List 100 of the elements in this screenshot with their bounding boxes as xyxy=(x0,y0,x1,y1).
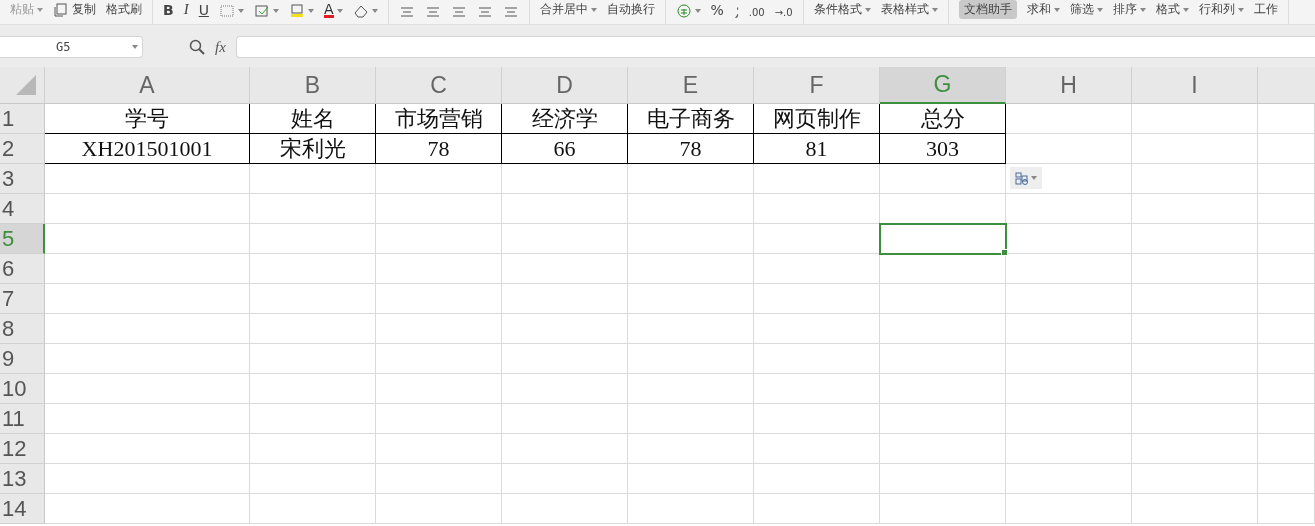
eraser-icon xyxy=(352,4,369,18)
paste-options-icon xyxy=(1015,171,1029,185)
toolbar-button[interactable]: 复制 xyxy=(53,0,96,19)
fx-label[interactable]: fx xyxy=(215,38,226,56)
toolbar-button[interactable]: 条件格式 xyxy=(813,0,871,19)
column-header[interactable]: C xyxy=(376,67,502,104)
table-cell xyxy=(1258,284,1315,314)
row-header[interactable]: 8 xyxy=(0,314,45,344)
comma-icon xyxy=(733,7,739,18)
row-header[interactable]: 10 xyxy=(0,374,45,404)
fill-handle[interactable] xyxy=(1001,249,1008,256)
table-cell: 303 xyxy=(880,134,1006,164)
toolbar-button[interactable]: 格式 xyxy=(1155,0,1189,19)
toolbar-button[interactable]: B xyxy=(163,1,174,19)
table-cell xyxy=(1258,134,1315,164)
toolbar-button[interactable] xyxy=(253,3,279,19)
column-header[interactable]: D xyxy=(502,67,628,104)
border-icon xyxy=(218,4,235,18)
toolbar-button[interactable]: A xyxy=(323,2,343,19)
caret-icon xyxy=(272,9,279,13)
align-icon xyxy=(476,4,493,18)
table-cell xyxy=(1258,464,1315,494)
row-header[interactable]: 9 xyxy=(0,344,45,374)
column-header[interactable] xyxy=(1258,67,1315,104)
copy-icon xyxy=(53,2,69,17)
column-header[interactable]: B xyxy=(250,67,376,104)
toolbar-button[interactable] xyxy=(288,3,314,19)
column-header[interactable]: H xyxy=(1006,67,1132,104)
toolbar-button[interactable]: .00 xyxy=(748,6,765,19)
fill-icon xyxy=(253,4,270,18)
column-header[interactable]: E xyxy=(628,67,754,104)
caret-icon xyxy=(931,7,938,12)
toolbar-button[interactable]: 筛选 xyxy=(1069,0,1103,19)
toolbar-button[interactable]: 行和列 xyxy=(1198,0,1244,19)
row-header[interactable]: 3 xyxy=(0,164,45,194)
toolbar-button[interactable]: 表格样式 xyxy=(880,0,938,19)
row-header[interactable]: 2 xyxy=(0,134,45,164)
table-cell: 经济学 xyxy=(502,104,628,134)
table-cell: 网页制作 xyxy=(754,104,880,134)
toolbar-button[interactable]: U xyxy=(198,1,209,19)
toolbar-button[interactable]: 工作 xyxy=(1253,0,1278,19)
row-header[interactable]: 1 xyxy=(0,104,45,134)
toolbar-button[interactable]: 格式刷 xyxy=(106,0,142,19)
align-icon xyxy=(398,4,415,18)
table-cell: 78 xyxy=(628,134,754,164)
caret-icon xyxy=(371,9,378,13)
row-header[interactable]: 12 xyxy=(0,434,45,464)
table-cell: XH201501001 xyxy=(45,134,250,164)
table-cell xyxy=(1258,104,1315,134)
table-cell xyxy=(1258,254,1315,284)
row-header[interactable]: 13 xyxy=(0,464,45,494)
toolbar-button[interactable] xyxy=(352,3,378,19)
align-icon xyxy=(424,4,441,18)
toolbar-button[interactable]: 排序 xyxy=(1112,0,1146,19)
table-cell xyxy=(1258,194,1315,224)
column-header[interactable]: F xyxy=(754,67,880,104)
caret-icon xyxy=(37,7,43,12)
table-cell xyxy=(1258,224,1315,254)
toolbar-button[interactable]: 合并居中 xyxy=(539,0,597,19)
currency-icon xyxy=(675,4,692,18)
select-all-icon[interactable] xyxy=(16,75,36,95)
toolbar-button[interactable]: I xyxy=(183,0,189,19)
toolbar-button[interactable]: 自动换行 xyxy=(606,0,655,19)
row-header[interactable]: 6 xyxy=(0,254,45,284)
toolbar-button[interactable]: % xyxy=(710,1,724,19)
table-cell xyxy=(1258,494,1315,524)
formula-input[interactable] xyxy=(235,36,1315,58)
caret-icon xyxy=(237,9,244,13)
table-cell xyxy=(1258,164,1315,194)
caret-icon xyxy=(1053,7,1060,12)
table-cell: 81 xyxy=(754,134,880,164)
column-header[interactable]: A xyxy=(45,67,250,104)
toolbar-button[interactable] xyxy=(218,3,244,19)
selected-cell[interactable] xyxy=(880,224,1006,254)
table-cell xyxy=(1258,314,1315,344)
caret-icon xyxy=(590,7,597,12)
caret-icon xyxy=(1139,7,1146,12)
caret-icon xyxy=(1096,7,1103,12)
row-header[interactable]: 4 xyxy=(0,194,45,224)
paste-options-button[interactable] xyxy=(1010,167,1042,189)
toolbar-button[interactable] xyxy=(675,3,701,19)
toolbar-button[interactable]: 文档助手 xyxy=(958,0,1017,19)
row-header[interactable]: 14 xyxy=(0,494,45,524)
zoom-icon[interactable] xyxy=(189,39,205,55)
table-cell xyxy=(1258,434,1315,464)
table-cell xyxy=(1258,404,1315,434)
name-box[interactable]: G5 xyxy=(0,36,143,58)
align-icon xyxy=(450,4,467,18)
caret-icon xyxy=(694,9,701,13)
corner-header[interactable] xyxy=(0,67,45,104)
toolbar-button[interactable] xyxy=(733,6,739,19)
toolbar-button[interactable]: 求和 xyxy=(1026,0,1060,19)
align-icon xyxy=(502,4,519,18)
row-header[interactable]: 7 xyxy=(0,284,45,314)
toolbar-button[interactable]: →.0 xyxy=(774,6,793,19)
row-header[interactable]: 11 xyxy=(0,404,45,434)
table-cell: 电子商务 xyxy=(628,104,754,134)
caret-icon xyxy=(132,45,138,49)
column-header[interactable]: I xyxy=(1132,67,1258,104)
table-cell: 总分 xyxy=(880,104,1006,134)
